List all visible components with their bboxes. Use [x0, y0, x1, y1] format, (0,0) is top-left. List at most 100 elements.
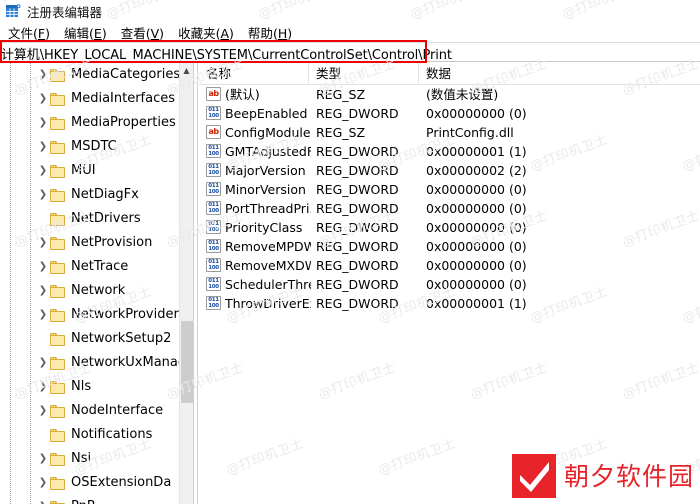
table-row[interactable]: 011 100 RemoveMPDW REG_DWORD 0x00000000 (0): [199, 237, 700, 256]
menu-item-help[interactable]: 帮助(H): [242, 22, 298, 43]
binary-glyph-bottom: 100: [208, 303, 219, 309]
folder-icon: [50, 236, 66, 250]
tree-guide-line: [30, 471, 31, 495]
chevron-right-icon[interactable]: ❯: [36, 279, 50, 303]
menu-item-file[interactable]: 文件(F): [2, 22, 56, 43]
tree-item-nettrace[interactable]: ❯ NetTrace: [0, 255, 180, 279]
folder-icon: [50, 332, 66, 346]
tree-item-nsi[interactable]: ❯ Nsi: [0, 447, 180, 471]
tree-item-mediainterfaces[interactable]: ❯ MediaInterfaces: [0, 87, 180, 111]
value-type-cell: REG_DWORD: [316, 277, 399, 292]
value-data-cell: 0x00000000 (0): [426, 220, 527, 235]
table-row[interactable]: 011100 ThrowDriverEx... REG_DWORD 0x0000000…: [199, 294, 700, 313]
tree-item-notifications[interactable]: Notifications: [0, 423, 180, 447]
registry-values-pane[interactable]: 名称 类型 数据 ab (默认) REG_SZ (数值未设置) 011 100 BeepEn…: [199, 63, 700, 504]
chevron-right-icon[interactable]: ❯: [36, 255, 50, 279]
tree-guide-line: [30, 159, 31, 183]
tree-item-netdrivers[interactable]: NetDrivers: [0, 207, 180, 231]
address-bar[interactable]: [0, 42, 700, 62]
value-data-cell: (数值未设置): [426, 87, 499, 102]
value-type-cell: REG_DWORD: [316, 182, 399, 197]
menu-label-file: 文件: [8, 25, 34, 41]
tree-item-osextensionda[interactable]: ❯ OSExtensionDa: [0, 471, 180, 495]
registry-editor-icon: [5, 3, 21, 19]
chevron-right-icon[interactable]: ❯: [36, 495, 50, 504]
tree-item-label: Nsi: [71, 451, 92, 466]
menu-mnemonic-file: F: [37, 25, 46, 41]
menu-item-view[interactable]: 查看(V): [115, 22, 170, 43]
registry-tree-pane[interactable]: ❯ MediaCategories ❯ MediaInterfaces ❯ MediaPr…: [0, 63, 193, 504]
column-header-name[interactable]: 名称: [199, 63, 309, 84]
tree-guide-line: [10, 399, 11, 423]
dword-value-icon: 011 100: [206, 258, 221, 272]
tree-vertical-scrollbar[interactable]: ▲: [179, 63, 193, 504]
tree-item-mediaproperties[interactable]: ❯ MediaProperties: [0, 111, 180, 135]
tree-guide-line: [10, 447, 11, 471]
tree-item-networkprovider[interactable]: ❯ NetworkProvider: [0, 303, 180, 327]
menu-item-favorites[interactable]: 收藏夹(A): [172, 22, 240, 43]
site-logo-text: 朝夕软件园: [563, 461, 694, 491]
tree-item-label: Network: [71, 283, 126, 298]
tree-guide-line: [10, 111, 11, 135]
table-row[interactable]: 011 100 BeepEnabled REG_DWORD 0x00000000 (0): [199, 104, 700, 123]
chevron-right-icon[interactable]: ❯: [36, 303, 50, 327]
chevron-right-icon[interactable]: ❯: [36, 87, 50, 111]
folder-icon: [50, 452, 66, 466]
registry-path-input[interactable]: [1, 45, 695, 61]
table-row[interactable]: ab (默认) REG_SZ (数值未设置): [199, 85, 700, 104]
binary-glyph-bottom: 100: [208, 170, 219, 176]
menu-mnemonic-edit: E: [93, 25, 102, 41]
tree-item-networksetup2[interactable]: NetworkSetup2: [0, 327, 180, 351]
chevron-right-icon[interactable]: ❯: [36, 375, 50, 399]
value-name-cell: ConfigModule: [225, 125, 311, 140]
scrollbar-thumb[interactable]: [181, 321, 193, 403]
table-row[interactable]: ab ConfigModule REG_SZ PrintConfig.dll: [199, 123, 700, 142]
chevron-right-icon[interactable]: ❯: [36, 159, 50, 183]
chevron-right-icon[interactable]: ❯: [36, 399, 50, 423]
menu-mnemonic-favorites: A: [220, 25, 230, 41]
tree-guide-line: [10, 207, 11, 231]
chevron-up-icon[interactable]: ▲: [180, 63, 193, 78]
chevron-right-icon[interactable]: ❯: [36, 471, 50, 495]
tree-item-nodeinterface[interactable]: ❯ NodeInterface: [0, 399, 180, 423]
tree-item-mediacategories[interactable]: ❯ MediaCategories: [0, 63, 180, 87]
tree-item-networkuxmanager[interactable]: ❯ NetworkUxManager: [0, 351, 193, 375]
value-name-cell: (默认): [225, 87, 260, 102]
chevron-right-icon[interactable]: ❯: [36, 231, 50, 255]
table-row[interactable]: 011 100 MajorVersion REG_DWORD 0x00000002 (2…: [199, 161, 700, 180]
value-name-cell: MinorVersion: [225, 182, 306, 197]
folder-icon: [50, 284, 66, 298]
chevron-right-icon[interactable]: ❯: [36, 447, 50, 471]
chevron-right-icon[interactable]: ❯: [36, 111, 50, 135]
tree-item-pnp[interactable]: ❯ PnP: [0, 495, 180, 504]
tree-item-network[interactable]: ❯ Network: [0, 279, 180, 303]
table-row[interactable]: 011100 SchedulerThre... REG_DWORD 0x0000000…: [199, 275, 700, 294]
chevron-right-icon[interactable]: ❯: [36, 183, 50, 207]
table-row[interactable]: 011100 PortThreadPri... REG_DWORD 0x0000000…: [199, 199, 700, 218]
table-row[interactable]: 011100 GMTAdjustedF... REG_DWORD 0x00000001…: [199, 142, 700, 161]
table-row[interactable]: 011 100 RemoveMXDW REG_DWORD 0x00000000 (0): [199, 256, 700, 275]
value-data-cell: 0x00000000 (0): [426, 277, 527, 292]
chevron-right-icon[interactable]: ❯: [36, 135, 50, 159]
menu-item-edit[interactable]: 编辑(E): [58, 22, 113, 43]
pane-splitter[interactable]: [193, 63, 198, 504]
column-header-data[interactable]: 数据: [419, 63, 700, 84]
menu-label-view: 查看: [120, 25, 146, 41]
binary-glyph-bottom: 100: [208, 113, 219, 119]
menu-label-help: 帮助: [247, 25, 273, 41]
window-title: 注册表编辑器: [27, 4, 103, 20]
table-row[interactable]: 011 100 PriorityClass REG_DWORD 0x00000000 (…: [199, 218, 700, 237]
tree-item-label: MSDTC: [71, 139, 117, 154]
chevron-right-icon[interactable]: ❯: [36, 63, 50, 87]
tree-guide-line: [10, 183, 11, 207]
tree-item-netprovision[interactable]: ❯ NetProvision: [0, 231, 180, 255]
tree-item-nls[interactable]: ❯ Nls: [0, 375, 180, 399]
tree-item-mui[interactable]: ❯ MUI: [0, 159, 180, 183]
chevron-right-icon[interactable]: ❯: [36, 351, 50, 375]
tree-guide-line: [30, 111, 31, 135]
string-glyph: ab: [208, 89, 219, 98]
tree-item-netdiagfx[interactable]: ❯ NetDiagFx: [0, 183, 180, 207]
table-row[interactable]: 011 100 MinorVersion REG_DWORD 0x00000000 (0…: [199, 180, 700, 199]
column-header-type[interactable]: 类型: [309, 63, 419, 84]
tree-item-msdtc[interactable]: ❯ MSDTC: [0, 135, 180, 159]
